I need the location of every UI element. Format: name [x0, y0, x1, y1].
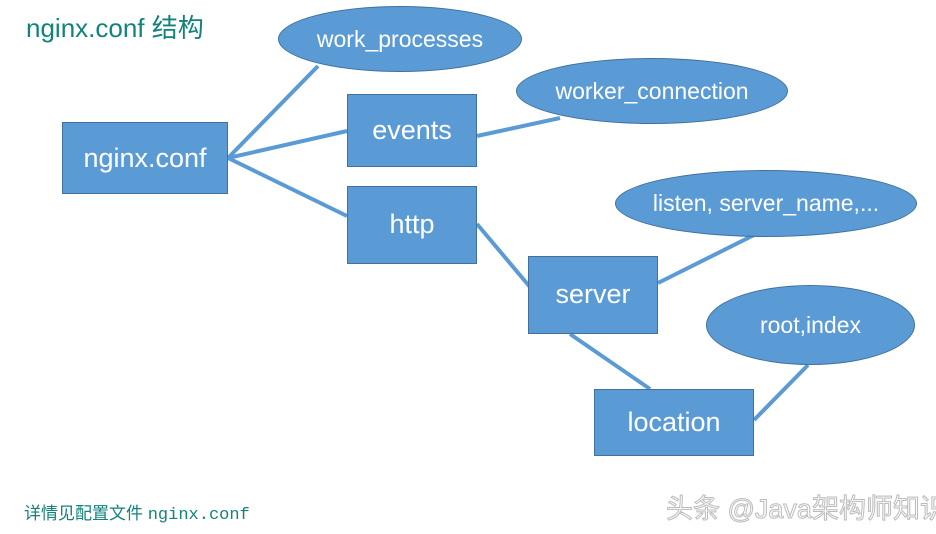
- node-root-index-label: root,index: [759, 311, 861, 338]
- edge-nginx-conf-to-http: [227, 156, 348, 218]
- edge-server-to-listen-server-name: [657, 231, 759, 285]
- node-work-processes[interactable]: work_processes: [278, 6, 522, 72]
- node-worker-connection-label: worker_connection: [555, 77, 749, 104]
- edge-http-to-server: [475, 222, 537, 295]
- footer-note-filename: nginx.conf: [147, 506, 250, 525]
- node-server-label: server: [555, 279, 631, 310]
- node-listen-server-name-label: listen, server_name,...: [652, 190, 880, 217]
- node-listen-server-name[interactable]: listen, server_name,...: [615, 170, 917, 237]
- footer-note: 详情见配置文件 nginx.conf: [24, 499, 250, 525]
- node-nginx-conf-label: nginx.conf: [83, 142, 207, 173]
- edge-layer: [226, 64, 810, 422]
- node-events[interactable]: events: [347, 94, 477, 167]
- node-http[interactable]: http: [347, 186, 477, 264]
- node-server[interactable]: server: [528, 256, 658, 334]
- node-events-label: events: [372, 114, 452, 145]
- node-work-processes-label: work_processes: [316, 25, 484, 52]
- node-worker-connection[interactable]: worker_connection: [516, 58, 788, 124]
- edge-nginx-conf-to-events: [227, 129, 348, 160]
- edge-nginx-conf-to-work-processes: [226, 64, 320, 160]
- node-nginx-conf[interactable]: nginx.conf: [62, 122, 228, 194]
- watermark: 头条 @Java架构师知识: [666, 494, 936, 525]
- footer-note-prefix: 详情见配置文件: [24, 504, 148, 523]
- node-location-label: location: [627, 406, 721, 437]
- edge-server-to-location: [568, 332, 652, 391]
- edge-location-to-root-index: [752, 363, 810, 422]
- page-title: nginx.conf 结构: [26, 13, 204, 43]
- node-http-label: http: [389, 209, 435, 240]
- node-root-index[interactable]: root,index: [706, 285, 915, 365]
- edge-events-to-worker-connection: [476, 116, 561, 138]
- node-location[interactable]: location: [594, 389, 754, 456]
- diagram-canvas: nginx.conf 结构 nginx.conf events http ser…: [0, 0, 936, 534]
